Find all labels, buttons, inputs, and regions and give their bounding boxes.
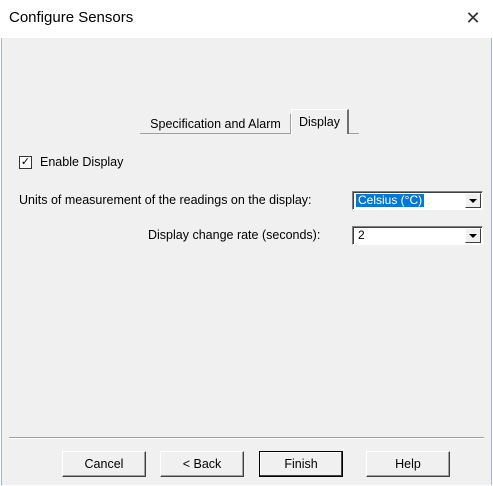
units-select[interactable]: Celsius (°C): [352, 191, 483, 210]
finish-button[interactable]: Finish: [259, 451, 343, 477]
units-label: Units of measurement of the readings on …: [19, 193, 312, 207]
chevron-down-icon: [469, 198, 477, 203]
cancel-button[interactable]: Cancel: [62, 451, 146, 477]
change-rate-select[interactable]: 2: [352, 226, 483, 245]
tab-specification-and-alarm[interactable]: Specification and Alarm: [141, 114, 291, 134]
button-separator: [9, 437, 484, 439]
window-title: Configure Sensors: [9, 9, 134, 26]
close-icon[interactable]: ✕: [460, 6, 486, 30]
units-selected-value: Celsius (°C): [356, 193, 425, 207]
change-rate-label: Display change rate (seconds):: [148, 228, 321, 242]
help-button[interactable]: Help: [366, 451, 450, 477]
check-mark-icon: ✓: [20, 155, 31, 168]
chevron-down-icon: [469, 233, 477, 238]
enable-display-checkbox[interactable]: ✓ Enable Display: [19, 154, 123, 170]
back-button[interactable]: < Back: [160, 451, 244, 477]
dialog-body: [1, 38, 492, 485]
tab-display[interactable]: Display: [291, 109, 349, 134]
enable-display-label[interactable]: Enable Display: [40, 155, 123, 169]
change-rate-dropdown-button[interactable]: [465, 228, 481, 243]
change-rate-selected-value: 2: [358, 228, 365, 242]
units-dropdown-button[interactable]: [465, 193, 481, 208]
checkbox-box[interactable]: ✓: [19, 155, 32, 169]
title-bar: Configure Sensors ✕: [0, 0, 493, 38]
